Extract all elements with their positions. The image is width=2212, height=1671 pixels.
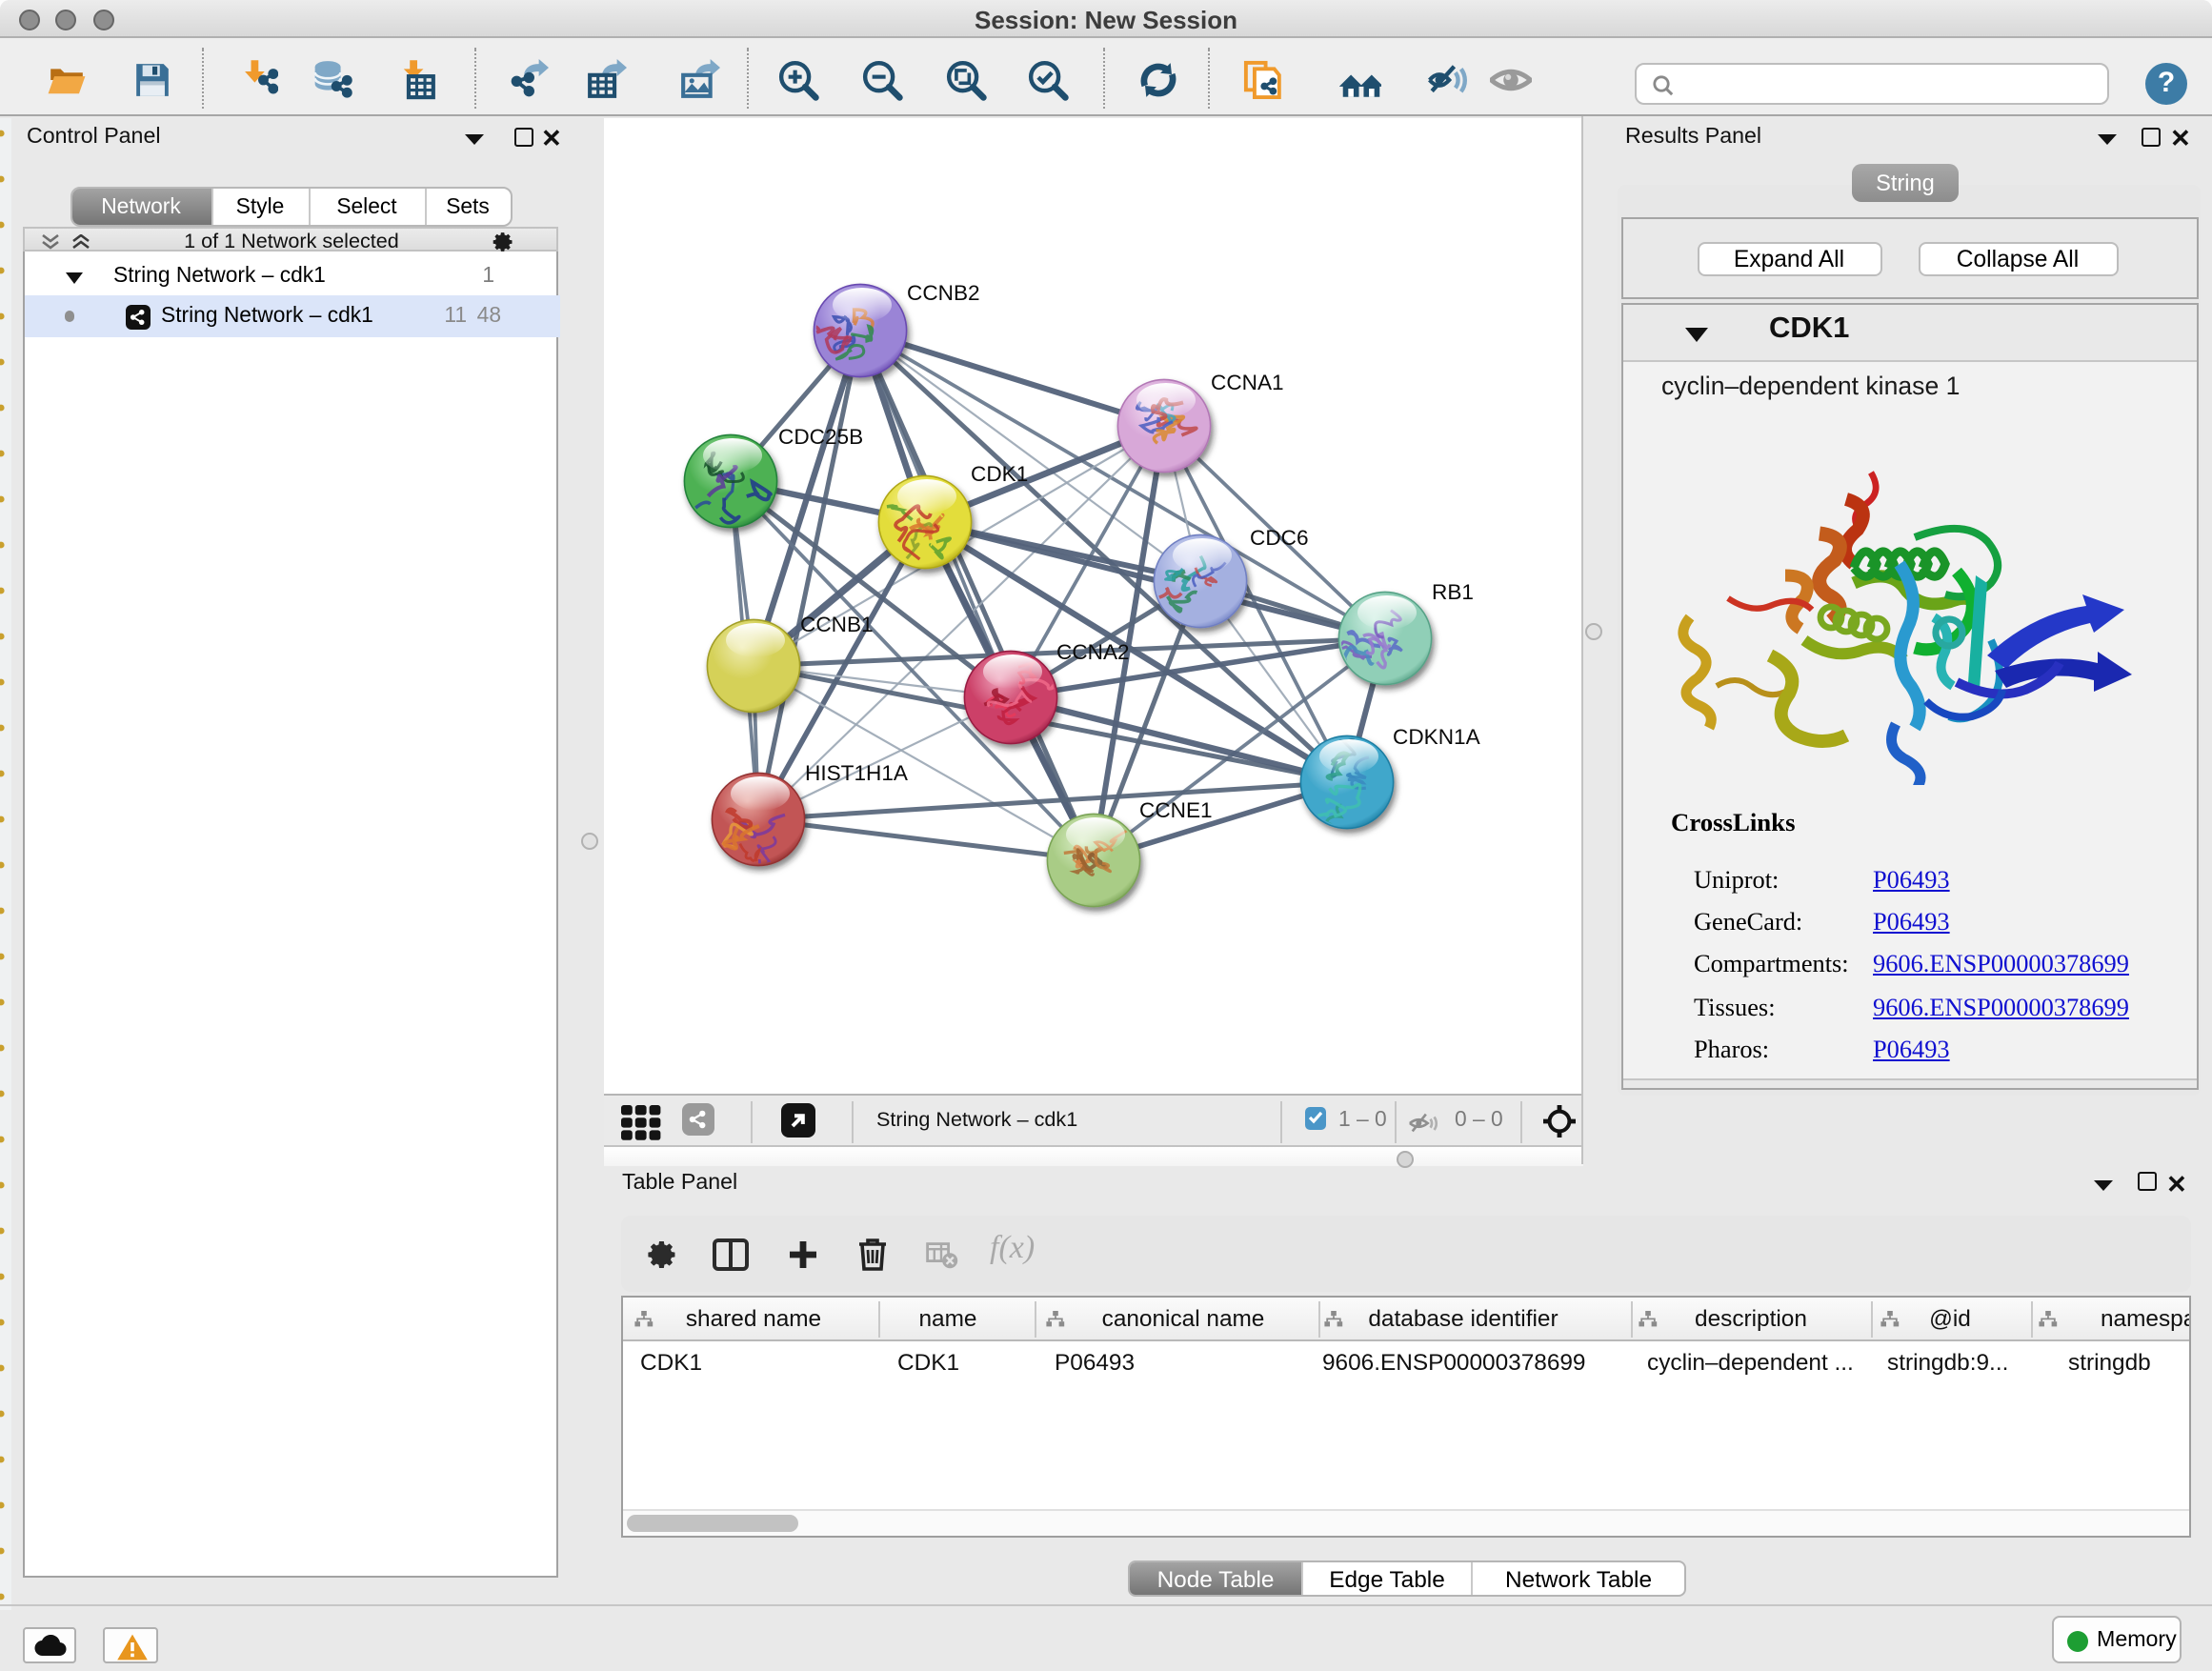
svg-text:CDK1: CDK1 [971,462,1028,486]
svg-text:CCNA2: CCNA2 [1056,640,1130,664]
svg-text:CCNB1: CCNB1 [800,613,874,636]
svg-text:CCNA1: CCNA1 [1211,371,1284,394]
svg-text:RB1: RB1 [1432,580,1474,604]
svg-text:CCNE1: CCNE1 [1139,798,1213,822]
svg-text:CDC25B: CDC25B [778,425,863,449]
svg-text:CDC6: CDC6 [1250,526,1309,550]
svg-text:CCNB2: CCNB2 [907,281,980,305]
svg-text:CDKN1A: CDKN1A [1393,725,1481,749]
svg-text:HIST1H1A: HIST1H1A [805,761,909,785]
